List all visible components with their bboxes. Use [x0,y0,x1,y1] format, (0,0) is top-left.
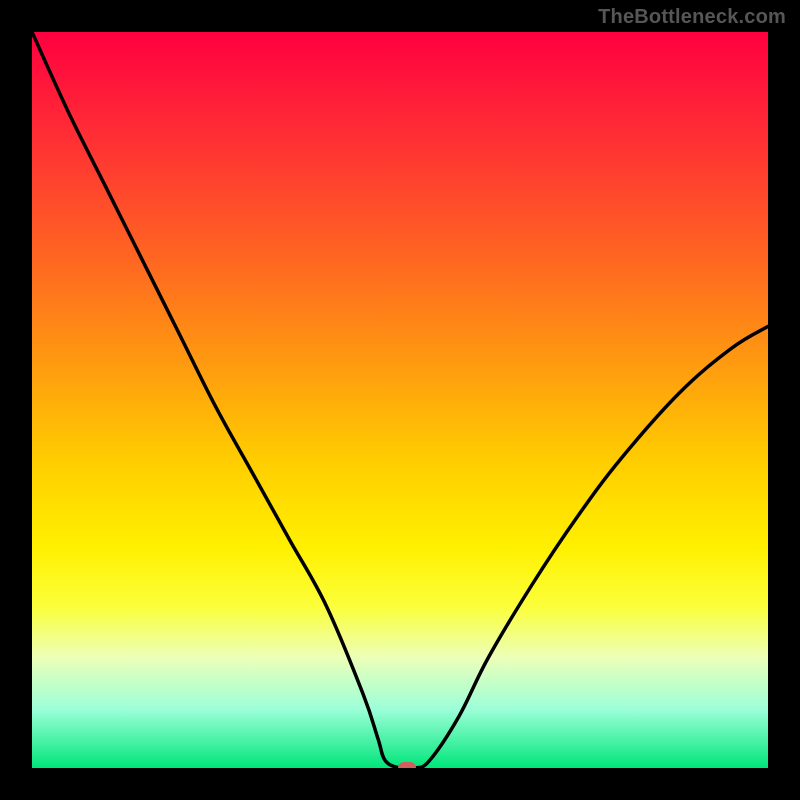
chart-marker-dot [398,762,416,768]
bottleneck-curve [32,32,768,768]
chart-curve-layer [32,32,768,768]
chart-stage: TheBottleneck.com [0,0,800,800]
watermark-text: TheBottleneck.com [598,6,786,29]
chart-plot-area [32,32,768,768]
